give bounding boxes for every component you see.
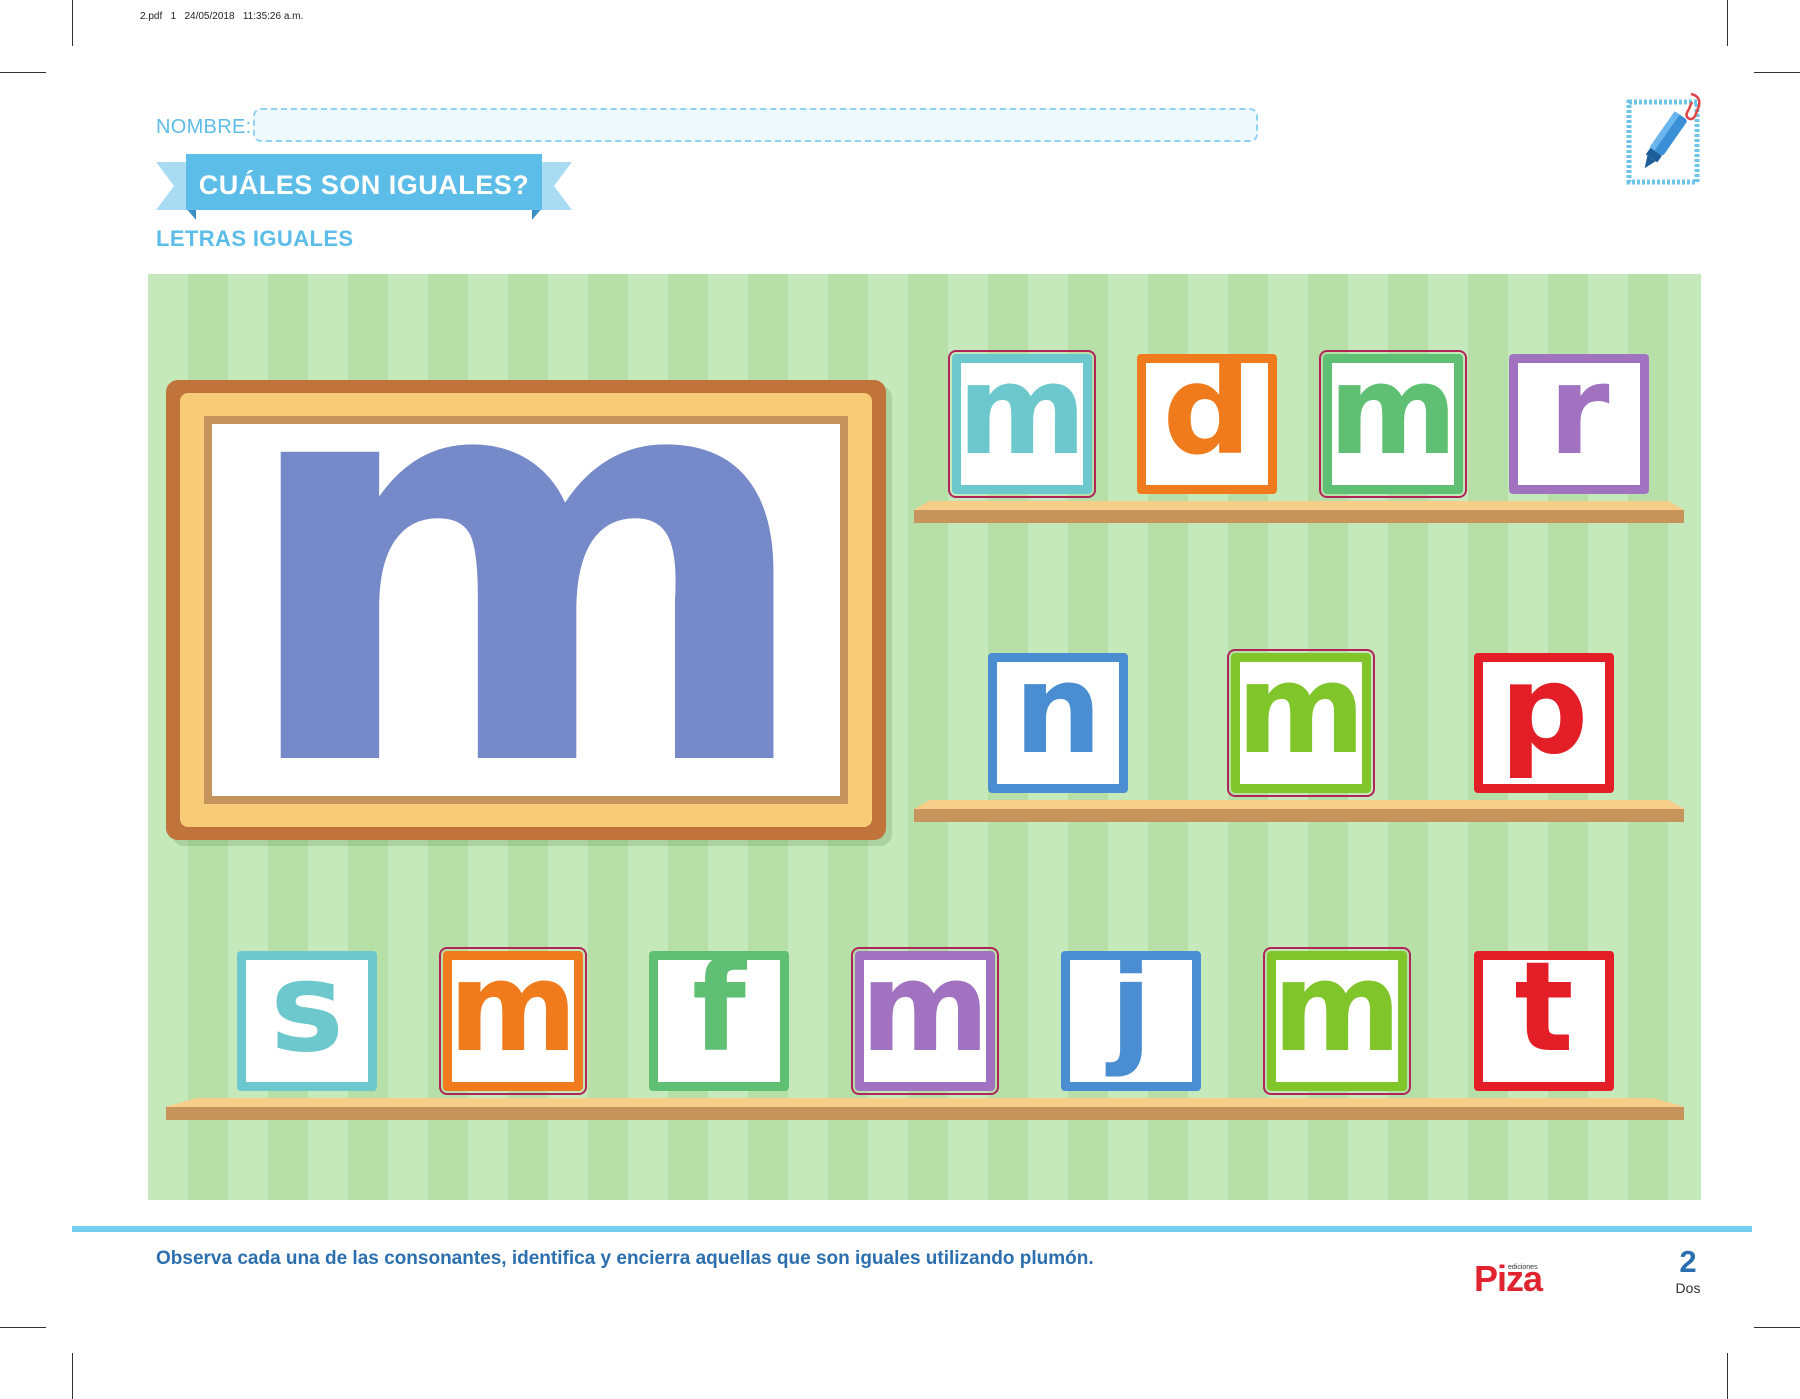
letter-block[interactable]: p [1474, 648, 1614, 793]
block-letter: m [1328, 339, 1458, 483]
crop-mark [0, 1327, 46, 1328]
block-letter: n [1013, 638, 1103, 782]
letter-block[interactable]: m [439, 946, 587, 1095]
block-letter: j [1109, 936, 1153, 1080]
block-letter: m [1272, 936, 1402, 1080]
block-letter: m [957, 339, 1087, 483]
letter-block[interactable]: m [1319, 349, 1467, 498]
letter-block[interactable]: s [237, 946, 377, 1091]
letter-block[interactable]: r [1509, 349, 1649, 494]
marker-pen-icon [1626, 92, 1701, 185]
crop-mark [1754, 72, 1800, 73]
page-number-word: Dos [1675, 1280, 1701, 1296]
crop-mark [1727, 0, 1728, 46]
page-number: 2 [1679, 1244, 1697, 1279]
page-title: CUÁLES SON IGUALES? [198, 169, 530, 200]
block-letter: m [860, 936, 990, 1080]
block-letter: s [270, 936, 344, 1080]
block-letter: r [1548, 339, 1610, 483]
shelf-middle [914, 800, 1684, 822]
block-letter: m [1236, 638, 1366, 782]
shelf-top [914, 501, 1684, 523]
footer-divider [72, 1226, 1752, 1232]
letter-block[interactable]: m [851, 946, 999, 1095]
letter-block[interactable]: m [948, 349, 1096, 498]
block-letter: d [1162, 339, 1252, 483]
letter-block[interactable]: d [1137, 349, 1277, 494]
crop-mark [72, 0, 73, 46]
letter-block[interactable]: f [649, 946, 789, 1091]
letter-block[interactable]: m [1227, 648, 1375, 797]
crop-mark [0, 72, 46, 73]
instruction-text: Observa cada una de las consonantes, ide… [156, 1248, 1094, 1269]
block-letter: p [1499, 638, 1589, 782]
block-letter: m [448, 936, 578, 1080]
letter-block[interactable]: j [1061, 946, 1201, 1091]
crop-mark [1754, 1327, 1800, 1328]
letter-block[interactable]: n [988, 648, 1128, 793]
name-field[interactable] [253, 108, 1258, 142]
block-letter: f [692, 936, 746, 1080]
letter-block[interactable]: t [1474, 946, 1614, 1091]
model-letter: m [234, 239, 818, 891]
print-info: 2.pdf 1 24/05/2018 11:35:26 a.m. [140, 11, 304, 22]
block-letter: t [1514, 936, 1574, 1080]
name-label: NOMBRE: [156, 116, 252, 138]
crop-mark [1727, 1353, 1728, 1399]
shelf-bottom [166, 1098, 1684, 1120]
letter-block[interactable]: m [1263, 946, 1411, 1095]
crop-mark [72, 1353, 73, 1399]
publisher-logo: Piza [1474, 1258, 1543, 1299]
